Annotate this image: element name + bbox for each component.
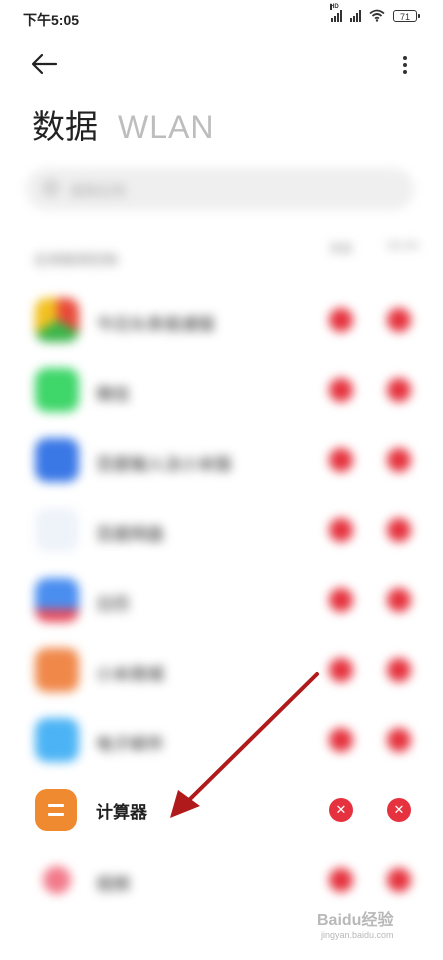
list-item-calculator: 计算器 ✕ ✕ <box>0 780 443 840</box>
app-icon <box>35 438 79 482</box>
wlan-toggle[interactable] <box>387 308 411 332</box>
app-name: 百度输入法小米版 <box>96 455 232 474</box>
list-item: 百度输入法小米版 <box>0 430 443 490</box>
app-name: 电子邮件 <box>96 735 164 754</box>
watermark-url: jingyan.baidu.com <box>321 930 394 940</box>
wlan-toggle[interactable] <box>387 378 411 402</box>
hd-signal-icon: HD <box>330 3 342 22</box>
list-item: 微信 <box>0 360 443 420</box>
list-item: 百度网盘 <box>0 500 443 560</box>
battery-icon: 71 <box>393 9 420 22</box>
app-name: 微信 <box>96 385 130 404</box>
app-icon <box>35 578 79 622</box>
status-time: 下午5:05 <box>23 12 80 28</box>
mobile-data-toggle[interactable] <box>329 728 353 752</box>
tab-wlan[interactable]: WLAN <box>118 109 214 146</box>
tab-data[interactable]: 数据 <box>32 100 98 148</box>
app-name: 视频 <box>96 875 130 894</box>
more-options-icon[interactable] <box>395 50 415 78</box>
wlan-toggle[interactable] <box>387 658 411 682</box>
app-icon <box>35 718 79 762</box>
app-icon <box>35 298 79 342</box>
back-icon[interactable] <box>28 48 64 80</box>
signal-icon <box>350 9 361 22</box>
wifi-icon <box>369 9 385 22</box>
search-placeholder: 搜索应用 <box>70 183 126 199</box>
app-bar <box>0 46 443 82</box>
status-icons: HD 71 <box>330 3 420 22</box>
app-name: 今日头条极速版 <box>96 315 215 334</box>
wlan-toggle[interactable]: ✕ <box>387 798 411 822</box>
tab-bar: 数据 WLAN <box>32 100 214 148</box>
close-icon: ✕ <box>393 802 405 817</box>
app-icon <box>35 858 79 902</box>
list-item: 今日头条极速版 <box>0 290 443 350</box>
app-name: 小米商城 <box>96 665 164 684</box>
wlan-toggle[interactable] <box>387 518 411 542</box>
mobile-data-toggle[interactable] <box>329 378 353 402</box>
list-item: 小米商城 <box>0 640 443 700</box>
wlan-toggle[interactable] <box>387 728 411 752</box>
mobile-data-toggle[interactable] <box>329 588 353 612</box>
app-icon <box>35 368 79 412</box>
list-item: 日历 <box>0 570 443 630</box>
column-wlan-label: WLAN <box>387 240 419 252</box>
app-name: 百度网盘 <box>96 525 164 544</box>
app-name: 日历 <box>96 595 130 614</box>
mobile-data-toggle[interactable] <box>329 308 353 332</box>
app-icon <box>35 508 79 552</box>
mobile-data-toggle[interactable]: ✕ <box>329 798 353 822</box>
baidu-watermark: Baidu经验 jingyan.baidu.com <box>311 900 431 950</box>
wlan-toggle[interactable] <box>387 588 411 612</box>
mobile-data-toggle[interactable] <box>329 868 353 892</box>
watermark-title: Baidu经验 <box>317 912 394 929</box>
mobile-data-toggle[interactable] <box>329 658 353 682</box>
search-icon <box>44 181 58 195</box>
search-input[interactable]: 搜索应用 <box>26 168 414 210</box>
mobile-data-toggle[interactable] <box>329 518 353 542</box>
list-header-label: 应用联网控制 <box>34 252 118 268</box>
wlan-toggle[interactable] <box>387 448 411 472</box>
calculator-app-icon <box>35 789 77 831</box>
close-icon: ✕ <box>335 802 347 817</box>
app-icon <box>35 648 79 692</box>
column-data-label: 数据 <box>330 243 352 255</box>
mobile-data-toggle[interactable] <box>329 448 353 472</box>
list-header: 应用联网控制 数据 WLAN <box>34 240 419 276</box>
app-name: 计算器 <box>96 803 147 822</box>
wlan-toggle[interactable] <box>387 868 411 892</box>
list-item: 电子邮件 <box>0 710 443 770</box>
status-bar: 下午5:05 HD 71 <box>0 0 443 36</box>
